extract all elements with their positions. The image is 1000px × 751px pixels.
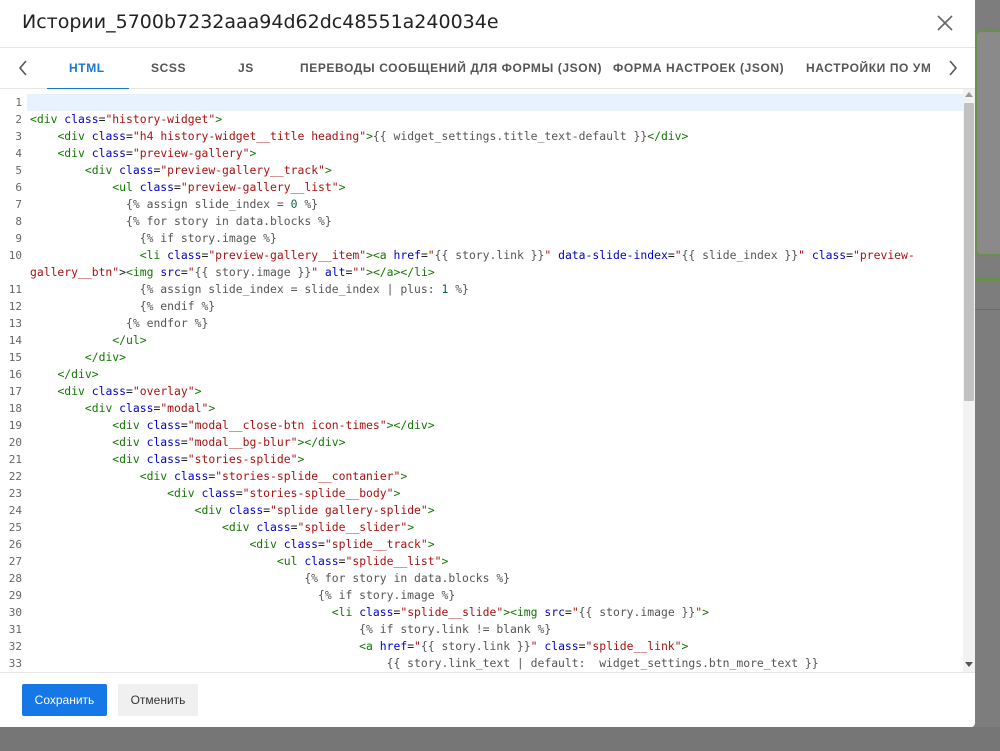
code-line: <ul class="splide__list"> xyxy=(276,554,449,568)
line-number: 14 xyxy=(8,334,22,347)
code-line: <div class="modal__close-btn icon-times"… xyxy=(112,418,435,432)
tab-item[interactable]: SCSS xyxy=(151,48,186,89)
line-number: 22 xyxy=(8,470,22,483)
line-number: 6 xyxy=(15,181,22,194)
code-line: {% assign slide_index = 0 %} xyxy=(126,197,319,211)
code-line: </ul> xyxy=(112,333,147,347)
line-number-gutter: 1 2 3 4 5 6 7 8 9 10 11 12 13 14 15 16 17 18 19 20 21 22 23 24 2… xyxy=(0,89,27,672)
chevron-left-icon xyxy=(18,60,27,76)
code-editor[interactable]: 1 2 3 4 5 6 7 8 9 10 11 12 13 14 15 16 17 18 19 20 21 22 23 24 2… xyxy=(0,89,975,672)
code-text-area[interactable]: <div class="history-widget"> <div class=… xyxy=(27,89,963,672)
cancel-button[interactable]: Отменить xyxy=(118,684,198,716)
code-line: {% if story.image %} xyxy=(139,231,277,245)
code-line: <div class="splide__slider"> xyxy=(222,520,415,534)
code-line: <div class="overlay"> xyxy=(57,384,202,398)
code-line: {% endfor %} xyxy=(126,316,209,330)
code-line: <div class="modal__bg-blur"></div> xyxy=(112,435,346,449)
line-number: 27 xyxy=(8,555,22,568)
tabs-viewport: HTML SCSS JS ПЕРЕВОДЫ СООБЩЕНИЙ ДЛЯ ФОРМЫ (… xyxy=(40,48,930,89)
code-line: <div class="splide__track"> xyxy=(249,537,435,551)
code-line: <div class="stories-splide"> xyxy=(112,452,305,466)
line-number: 2 xyxy=(15,113,22,126)
line-number: 11 xyxy=(8,283,22,296)
line-number xyxy=(0,264,22,281)
modal-footer: Сохранить Отменить xyxy=(0,672,975,727)
code-line: </div> xyxy=(84,350,127,364)
tabs-prev-button[interactable] xyxy=(12,56,34,80)
code-line: <div class="history-widget"> xyxy=(30,112,223,126)
line-number: 10 xyxy=(8,249,22,262)
line-number: 26 xyxy=(8,538,22,551)
scroll-up-arrow-icon[interactable] xyxy=(965,92,973,97)
scroll-down-arrow-icon[interactable] xyxy=(965,662,973,667)
line-number: 12 xyxy=(8,300,22,313)
code-line: <div class="h4 history-widget__title hea… xyxy=(57,129,689,143)
code-line: {% for story in data.blocks %} xyxy=(304,571,511,585)
code-line: <div class="stories-splide__contanier"> xyxy=(139,469,408,483)
line-number: 29 xyxy=(8,589,22,602)
line-number: 9 xyxy=(15,232,22,245)
active-line-highlight xyxy=(27,94,963,111)
tab-item[interactable]: JS xyxy=(238,48,254,89)
code-line: </div> xyxy=(57,367,99,381)
scrollbar-thumb[interactable] xyxy=(964,103,974,401)
line-number: 25 xyxy=(8,521,22,534)
editor-scrollbar[interactable] xyxy=(963,89,975,672)
line-number: 20 xyxy=(8,436,22,449)
line-number: 24 xyxy=(8,504,22,517)
code-line: <div class="preview-gallery__track"> xyxy=(84,163,332,177)
code-line: <div class="stories-splide__body"> xyxy=(167,486,401,500)
line-number: 16 xyxy=(8,368,22,381)
backdrop-bottom xyxy=(0,727,1000,751)
line-number: 17 xyxy=(8,385,22,398)
backdrop-strip xyxy=(975,278,1000,281)
line-number: 18 xyxy=(8,402,22,415)
close-icon xyxy=(937,15,953,31)
code-line: <ul class="preview-gallery__list"> xyxy=(112,180,346,194)
close-button[interactable] xyxy=(934,12,956,34)
line-number: 13 xyxy=(8,317,22,330)
modal-header: Истории_5700b7232aaa94d62dc48551a240034e xyxy=(0,0,975,47)
code-line: {% assign slide_index = slide_index | pl… xyxy=(139,282,469,296)
line-number: 7 xyxy=(15,198,22,211)
code-line: gallery__btn"><img src="{{ story.image }… xyxy=(30,265,435,279)
backdrop-line xyxy=(975,309,1000,310)
line-number: 21 xyxy=(8,453,22,466)
code-line: <div class="splide gallery-splide"> xyxy=(194,503,435,517)
tabs-next-button[interactable] xyxy=(942,56,964,80)
line-number: 5 xyxy=(15,164,22,177)
tab-item[interactable]: ПЕРЕВОДЫ СООБЩЕНИЙ ДЛЯ ФОРМЫ (JSON) xyxy=(300,48,602,89)
code-line: {{ story.link_text | default: widget_set… xyxy=(386,656,819,670)
code-line: {% for story in data.blocks %} xyxy=(126,214,332,228)
tabs-bar: HTML SCSS JS ПЕРЕВОДЫ СООБЩЕНИЙ ДЛЯ ФОРМЫ (… xyxy=(0,47,975,89)
line-number: 8 xyxy=(15,215,22,228)
line-number: 19 xyxy=(8,419,22,432)
tab-item[interactable]: HTML xyxy=(47,48,129,89)
tab-item[interactable]: НАСТРОЙКИ ПО УМОЛЧАНИЮ xyxy=(806,48,930,89)
line-number: 4 xyxy=(15,147,22,160)
line-number: 30 xyxy=(8,606,22,619)
backdrop-card xyxy=(975,30,1000,256)
code-line: <li class="splide__slide"><img src="{{ s… xyxy=(331,605,709,619)
code-line: {% endif %} xyxy=(139,299,216,313)
code-line: <div class="modal"> xyxy=(84,401,216,415)
line-number: 33 xyxy=(8,657,22,670)
modal-title: Истории_5700b7232aaa94d62dc48551a240034e xyxy=(22,11,499,33)
line-number: 23 xyxy=(8,487,22,500)
line-number: 15 xyxy=(8,351,22,364)
code-line: {% if story.image %} xyxy=(318,588,456,602)
line-number: 32 xyxy=(8,640,22,653)
tab-item[interactable]: ФОРМА НАСТРОЕК (JSON) xyxy=(613,48,784,89)
code-line: {% if story.link != blank %} xyxy=(359,622,552,636)
line-number: 1 xyxy=(15,96,22,109)
code-line: <li class="preview-gallery__item"><a hre… xyxy=(139,248,915,262)
chevron-right-icon xyxy=(949,60,958,76)
save-button[interactable]: Сохранить xyxy=(22,684,107,716)
line-number: 28 xyxy=(8,572,22,585)
line-number: 31 xyxy=(8,623,22,636)
code-line: <a href="{{ story.link }}" class="splide… xyxy=(359,639,689,653)
code-line: <div class="preview-gallery"> xyxy=(57,146,257,160)
line-number: 3 xyxy=(15,130,22,143)
code-editor-modal: Истории_5700b7232aaa94d62dc48551a240034e… xyxy=(0,0,975,727)
